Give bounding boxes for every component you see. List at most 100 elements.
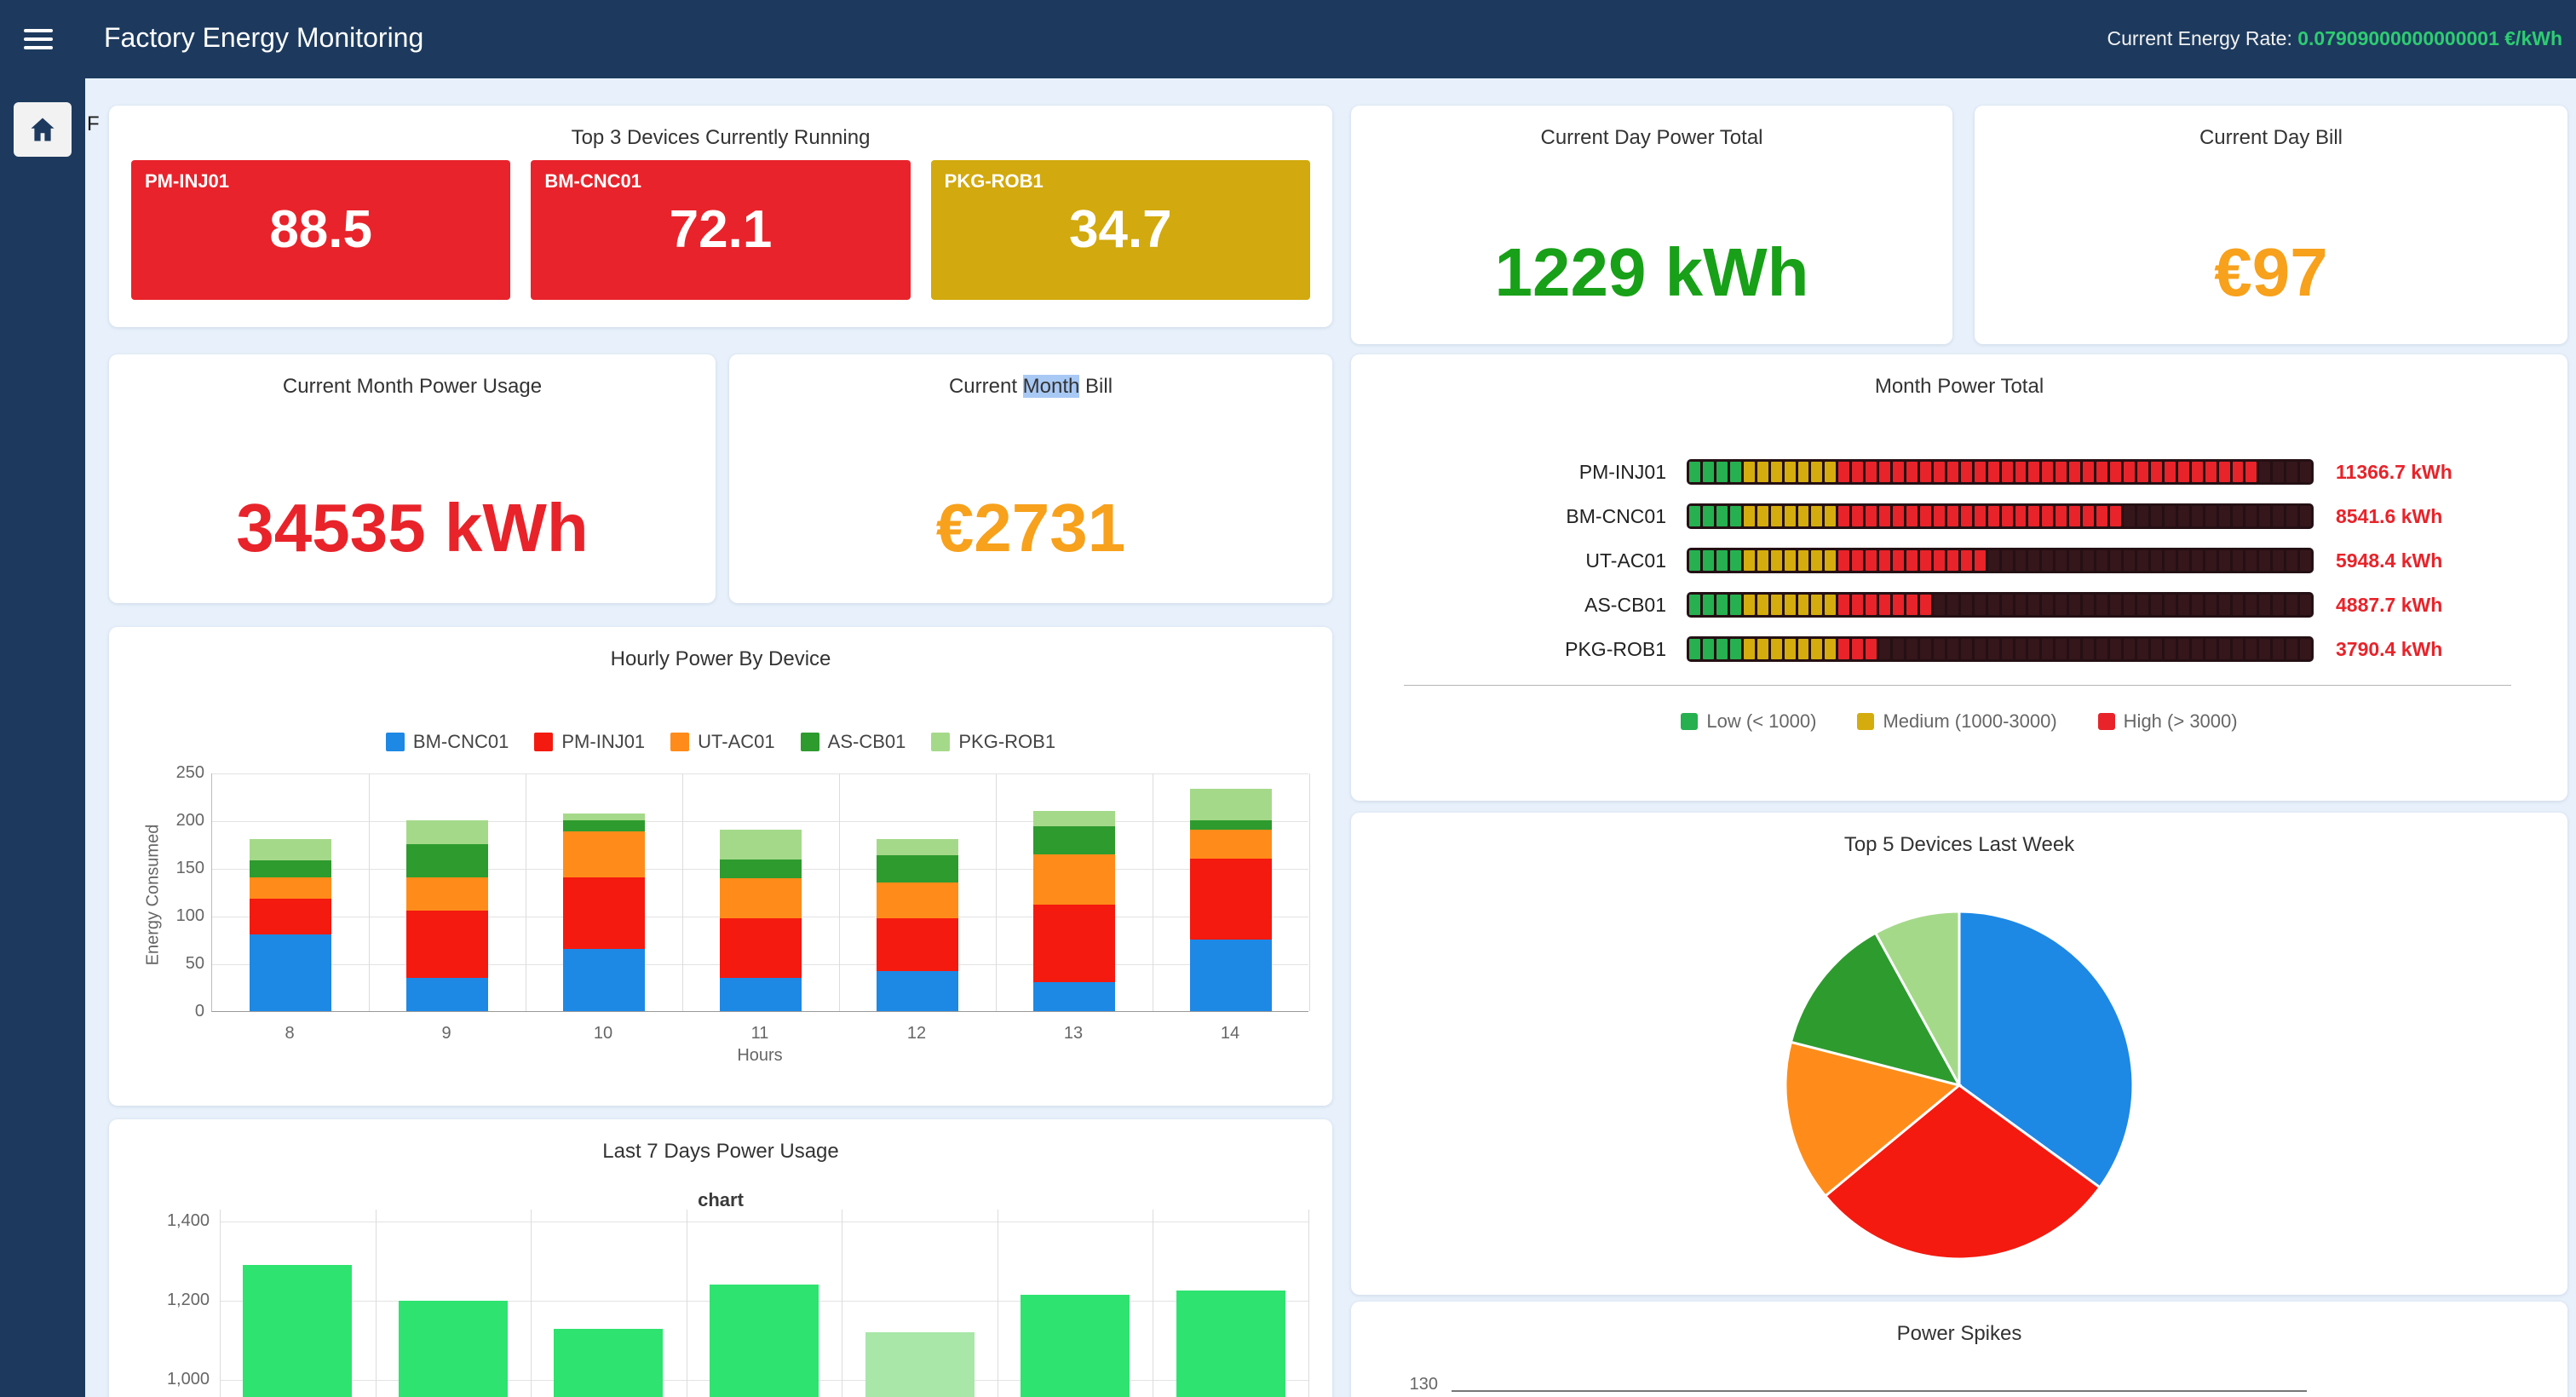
gauge-segment bbox=[1961, 639, 1972, 659]
gauge-bar bbox=[1687, 459, 2314, 485]
gauge-segment bbox=[1988, 462, 1999, 482]
gauge-segment bbox=[2205, 462, 2217, 482]
gauge-segment bbox=[2300, 462, 2311, 482]
gauge-segment bbox=[2056, 550, 2067, 571]
bar-segment-as-cb01 bbox=[1190, 820, 1272, 830]
gauge-segment bbox=[2273, 550, 2284, 571]
gauge-segment bbox=[2178, 550, 2189, 571]
gauge-segment bbox=[1730, 595, 1741, 615]
bar-segment-pkg-rob1 bbox=[1033, 811, 1115, 826]
bar-segment-bm-cnc01 bbox=[877, 971, 958, 1011]
gauge-segment bbox=[2083, 506, 2094, 526]
gauge-segment bbox=[1920, 639, 1931, 659]
gauge-segment bbox=[1744, 639, 1755, 659]
gauge-segment bbox=[1771, 639, 1782, 659]
legend-item-ut-ac01[interactable]: UT-AC01 bbox=[670, 731, 774, 753]
energy-rate: Current Energy Rate: 0.07909000000000001… bbox=[2107, 27, 2562, 50]
bar-segment-pkg-rob1 bbox=[250, 839, 331, 860]
energy-rate-value: 0.07909000000000001 bbox=[2297, 27, 2499, 49]
gauge-segment bbox=[1730, 462, 1741, 482]
home-icon bbox=[27, 114, 58, 145]
legend-item-bm-cnc01[interactable]: BM-CNC01 bbox=[386, 731, 509, 753]
bar-segment-as-cb01 bbox=[563, 820, 645, 831]
gauge-segment bbox=[2219, 550, 2230, 571]
bar-segment-bm-cnc01 bbox=[563, 949, 645, 1011]
card-hourly-power-by-device: Hourly Power By Device BM-CNC01PM-INJ01U… bbox=[109, 627, 1332, 1106]
gauge-segment bbox=[1703, 462, 1714, 482]
gauge-segment bbox=[1879, 550, 1890, 571]
device-usage-value: 4887.7 kWh bbox=[2336, 594, 2442, 617]
home-button[interactable] bbox=[14, 102, 72, 157]
gauge-segment bbox=[1934, 462, 1945, 482]
device-label: PM-INJ01 bbox=[1411, 461, 1666, 484]
gauge-segment bbox=[2137, 506, 2148, 526]
gauge-bar bbox=[1687, 503, 2314, 529]
gauge-segment bbox=[1852, 550, 1863, 571]
gridline bbox=[531, 1210, 532, 1397]
gauge-segment bbox=[1825, 550, 1836, 571]
card-title: Current Day Bill bbox=[1975, 106, 2567, 150]
legend-item-as-cb01[interactable]: AS-CB01 bbox=[801, 731, 906, 753]
gauge-segment bbox=[2165, 639, 2176, 659]
legend-color-swatch bbox=[386, 733, 405, 751]
gauge-segment bbox=[1689, 639, 1700, 659]
gauge-segment bbox=[1730, 550, 1741, 571]
card-last-7-days-power-usage: Last 7 Days Power Usage chart 1,4001,200… bbox=[109, 1119, 1332, 1397]
bar-segment-bm-cnc01 bbox=[720, 978, 802, 1011]
x-axis-tick: 14 bbox=[1152, 1024, 1308, 1043]
gauge-segment bbox=[1757, 550, 1768, 571]
gauge-segment bbox=[2233, 506, 2244, 526]
gauge-segment bbox=[1947, 595, 1958, 615]
gauge-segment bbox=[1703, 639, 1714, 659]
gridline bbox=[212, 773, 1308, 774]
gauge-segment bbox=[2110, 550, 2121, 571]
gauge-segment bbox=[2069, 639, 2080, 659]
gauge-segment bbox=[2096, 462, 2107, 482]
gauge-segment bbox=[1798, 595, 1809, 615]
gauge-segment bbox=[2110, 595, 2121, 615]
gauge-segment bbox=[2056, 639, 2067, 659]
bar-segment-as-cb01 bbox=[1033, 826, 1115, 855]
legend-color-swatch bbox=[1857, 713, 1874, 730]
gauge-segment bbox=[1961, 506, 1972, 526]
gauge-segment bbox=[2165, 462, 2176, 482]
energy-rate-label: Current Energy Rate: bbox=[2107, 27, 2292, 49]
gauge-segment bbox=[2259, 595, 2270, 615]
card-month-power-usage: Current Month Power Usage 34535 kWh bbox=[109, 354, 716, 603]
gauge-segment bbox=[1961, 595, 1972, 615]
gauge-segment bbox=[2273, 462, 2284, 482]
gauge-segment bbox=[2002, 550, 2013, 571]
gauge-segment bbox=[2110, 506, 2121, 526]
gauge-row: UT-AC015948.4 kWh bbox=[1411, 538, 2533, 583]
title-text: Current bbox=[949, 375, 1023, 398]
gauge-legend: Low (< 1000)Medium (1000-3000)High (> 30… bbox=[1351, 710, 2567, 733]
bar bbox=[554, 1329, 663, 1397]
device-name: BM-CNC01 bbox=[544, 170, 641, 193]
menu-icon[interactable] bbox=[24, 24, 55, 53]
gauge-segment bbox=[1838, 639, 1849, 659]
gauge-segment bbox=[1879, 595, 1890, 615]
gauge-segment bbox=[2300, 550, 2311, 571]
gauge-segment bbox=[1906, 462, 1918, 482]
legend-item-pm-inj01[interactable]: PM-INJ01 bbox=[534, 731, 645, 753]
chart-legend: BM-CNC01 PM-INJ01 UT-AC01 AS-CB01 PKG-ROB1 bbox=[109, 731, 1332, 753]
gauge-segment bbox=[1785, 595, 1796, 615]
gauge-segment bbox=[2002, 506, 2013, 526]
gauge-segment bbox=[2069, 462, 2080, 482]
gauge-segment bbox=[2205, 639, 2217, 659]
gauge-segment bbox=[1852, 595, 1863, 615]
bar-segment-as-cb01 bbox=[720, 859, 802, 878]
x-axis-tick: 12 bbox=[838, 1024, 995, 1043]
legend-label: PKG-ROB1 bbox=[958, 731, 1055, 753]
gauge-segment bbox=[2137, 639, 2148, 659]
gauge-segment bbox=[2300, 506, 2311, 526]
gauge-segment bbox=[2028, 595, 2039, 615]
device-label: BM-CNC01 bbox=[1411, 505, 1666, 528]
gauge-segment bbox=[2273, 506, 2284, 526]
gauge-segment bbox=[2151, 550, 2162, 571]
gauge-segment bbox=[1934, 639, 1945, 659]
legend-item-pkg-rob1[interactable]: PKG-ROB1 bbox=[931, 731, 1055, 753]
gauge-segment bbox=[2259, 550, 2270, 571]
gauge-bar bbox=[1687, 592, 2314, 618]
device-name: PKG-ROB1 bbox=[945, 170, 1044, 193]
